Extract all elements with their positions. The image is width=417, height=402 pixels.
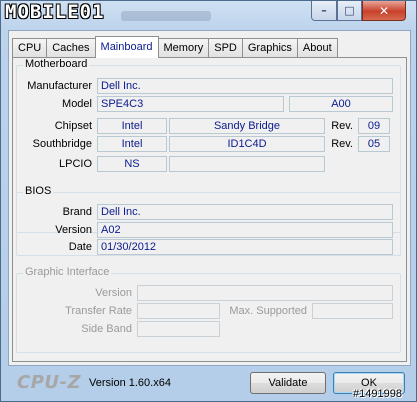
southbridge-rev-label: Rev. xyxy=(331,138,353,150)
bios-brand-value: Dell Inc. xyxy=(97,204,393,220)
maximize-button[interactable]: □ xyxy=(337,1,362,21)
tab-bar: CPU Caches Mainboard Memory SPD Graphics… xyxy=(12,36,338,58)
chipset-rev-value: 09 xyxy=(358,118,390,134)
gi-version-label: Version xyxy=(95,287,132,299)
maximize-icon: □ xyxy=(344,4,355,17)
watermark-text: #1491998 xyxy=(353,388,402,400)
chipset-name-value: Sandy Bridge xyxy=(169,118,325,134)
manufacturer-label: Manufacturer xyxy=(27,80,92,92)
close-button[interactable]: ✕ xyxy=(362,1,406,21)
tab-content: Motherboard Manufacturer Dell Inc. Model… xyxy=(12,57,407,362)
minimize-button[interactable]: – xyxy=(311,1,337,21)
chipset-label: Chipset xyxy=(54,120,92,132)
tab-memory[interactable]: Memory xyxy=(157,38,210,58)
bios-brand-label: Brand xyxy=(62,206,92,218)
gi-side-band-value xyxy=(137,321,220,337)
tab-graphics[interactable]: Graphics xyxy=(241,38,298,58)
southbridge-name-value: ID1C4D xyxy=(169,136,325,152)
southbridge-vendor-value: Intel xyxy=(97,136,167,152)
close-icon: ✕ xyxy=(378,3,390,18)
graphic-interface-group: Graphic Interface Version Transfer Rate … xyxy=(16,266,401,353)
gi-side-band-label: Side Band xyxy=(81,323,132,335)
tab-spd[interactable]: SPD xyxy=(208,38,243,58)
bios-group: BIOS Brand Dell Inc. Version A02 Date 01… xyxy=(16,185,401,256)
version-text: Version 1.60.x64 xyxy=(89,377,171,389)
tab-mainboard[interactable]: Mainboard xyxy=(94,36,159,58)
graphic-interface-legend: Graphic Interface xyxy=(23,266,112,278)
validate-button[interactable]: Validate xyxy=(250,372,326,394)
southbridge-rev-value: 05 xyxy=(358,136,390,152)
manufacturer-value: Dell Inc. xyxy=(97,78,393,94)
bios-legend: BIOS xyxy=(23,185,54,197)
southbridge-label: Southbridge xyxy=(32,138,92,150)
chipset-rev-label: Rev. xyxy=(331,120,353,132)
bios-version-label: Version xyxy=(55,224,92,236)
model-value: SPE4C3 xyxy=(97,96,284,112)
minimize-icon: – xyxy=(321,4,327,17)
gi-transfer-rate-label: Transfer Rate xyxy=(65,305,132,317)
gi-max-supported-value xyxy=(312,303,393,319)
tab-caches[interactable]: Caches xyxy=(46,38,96,58)
model-revision-value: A00 xyxy=(289,96,393,112)
cpuz-logo: CPU-Z xyxy=(17,372,82,393)
tab-about[interactable]: About xyxy=(296,38,338,58)
lpcio-label: LPCIO xyxy=(58,158,92,170)
cpuz-window: MOBILE01 – □ ✕ CPU Caches Mainboard Memo… xyxy=(0,0,417,402)
gi-version-value xyxy=(137,285,393,301)
bios-version-value: A02 xyxy=(97,222,393,238)
bios-date-label: Date xyxy=(68,241,92,253)
bios-date-value: 01/30/2012 xyxy=(97,239,393,255)
title-bar[interactable]: MOBILE01 – □ ✕ xyxy=(1,1,416,31)
mobile01-logo: MOBILE01 xyxy=(5,1,105,23)
chipset-vendor-value: Intel xyxy=(97,118,167,134)
lpcio-name-value xyxy=(169,156,325,172)
lpcio-vendor-value: NS xyxy=(97,156,167,172)
gi-max-supported-label: Max. Supported xyxy=(229,305,307,317)
model-label: Model xyxy=(62,98,92,110)
motherboard-legend: Motherboard xyxy=(23,58,90,70)
tab-cpu[interactable]: CPU xyxy=(12,38,48,58)
gi-transfer-rate-value xyxy=(137,303,220,319)
blurred-window-title xyxy=(121,11,211,21)
